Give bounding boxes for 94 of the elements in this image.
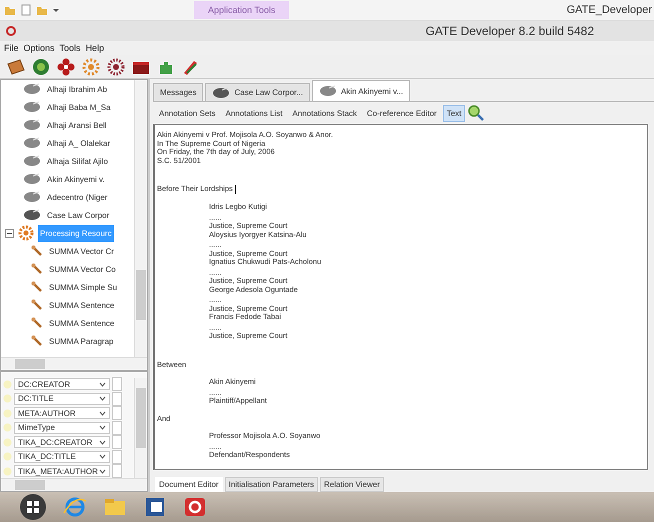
contextual-tab[interactable]: Application Tools	[194, 1, 290, 19]
tree-item[interactable]: Case Law Corpor	[45, 206, 112, 224]
status-dot-icon	[3, 394, 12, 404]
burst-icon[interactable]	[106, 58, 126, 76]
tree-item[interactable]: Alhaja Silifat Ajilo	[45, 152, 110, 170]
value-field[interactable]	[112, 435, 122, 450]
corpus-icon	[212, 86, 230, 98]
tree-item[interactable]: SUMMA Paragrap	[47, 332, 116, 350]
tree-item[interactable]: Akin Akinyemi v.	[45, 170, 107, 188]
feature-dropdown[interactable]: TIKA_DC:TITLE	[14, 450, 110, 463]
search-icon[interactable]	[467, 105, 486, 121]
wrench-icon	[31, 281, 43, 293]
gear-icon[interactable]	[81, 58, 101, 76]
view-tab[interactable]: Annotations Stack	[288, 104, 361, 122]
menu-item[interactable]: File	[4, 43, 19, 53]
tree-item[interactable]: SUMMA Vector Cr	[47, 242, 116, 260]
chevron-down-icon[interactable]	[99, 396, 106, 402]
chevron-down-icon[interactable]	[99, 425, 106, 430]
value-field[interactable]	[112, 464, 122, 478]
wrench-icon	[31, 299, 43, 311]
tree-item[interactable]: SUMMA Sentence	[47, 314, 116, 332]
bag-icon[interactable]	[6, 58, 26, 76]
explorer-title: GATE_Developer	[566, 4, 652, 16]
menu-item[interactable]: Options	[24, 43, 55, 53]
status-dot-icon	[3, 438, 12, 447]
view-tab[interactable]: Annotation Sets	[155, 104, 220, 122]
document-icon	[23, 137, 41, 149]
document-icon	[23, 191, 41, 203]
collapse-icon[interactable]	[5, 228, 14, 238]
globe-icon[interactable]	[31, 58, 51, 76]
chevron-down-icon[interactable]	[99, 440, 106, 445]
value-field[interactable]	[112, 406, 122, 420]
corpus-icon	[23, 209, 41, 221]
tree-item[interactable]: Alhaji Baba M_Sa	[45, 98, 113, 116]
document-tab[interactable]: Akin Akinyemi v...	[312, 80, 410, 101]
horizontal-scrollbar[interactable]	[1, 357, 147, 370]
tree-item[interactable]: SUMMA Sentence	[47, 296, 116, 314]
chevron-down-icon[interactable]	[99, 468, 106, 474]
status-dot-icon	[3, 466, 12, 476]
wrench-icon	[31, 317, 43, 329]
view-tab[interactable]: Annotations List	[221, 104, 286, 122]
tree-item[interactable]: Alhaji Ibrahim Ab	[45, 80, 110, 98]
vertical-scrollbar[interactable]	[134, 80, 147, 358]
document-icon	[318, 85, 337, 97]
value-field[interactable]	[112, 420, 122, 435]
chevron-down-icon[interactable]	[99, 382, 106, 387]
menu-item[interactable]: Help	[86, 43, 104, 53]
wrench-icon	[31, 335, 43, 347]
feature-dropdown[interactable]: DC:CREATOR	[14, 378, 110, 390]
vertical-scrollbar[interactable]	[134, 378, 147, 479]
app-icon	[6, 26, 16, 36]
view-tab[interactable]: Co-reference Editor	[362, 104, 441, 122]
window-title: GATE Developer 8.2 build 5482	[425, 24, 594, 38]
document-icon	[23, 101, 41, 113]
document-icon	[23, 155, 41, 167]
document-tab[interactable]: Case Law Corpor...	[205, 83, 310, 101]
wrench-icon	[31, 245, 43, 257]
document-tab[interactable]: Messages	[153, 83, 204, 101]
view-tab[interactable]: Text	[442, 104, 466, 122]
feature-dropdown[interactable]: TIKA_META:AUTHOR	[14, 465, 110, 478]
wrench-icon	[31, 263, 43, 275]
gear-icon	[18, 225, 34, 241]
dropdown-arrow-icon[interactable]	[52, 6, 60, 14]
horizontal-scrollbar[interactable]	[1, 478, 147, 491]
document-icon	[23, 119, 41, 131]
tree-item[interactable]: SUMMA Simple Su	[47, 278, 120, 296]
document-icon	[23, 173, 41, 185]
gate-icon[interactable]	[182, 495, 208, 519]
status-dot-icon	[3, 408, 12, 418]
editor-tab[interactable]: Initialisation Parameters	[224, 476, 318, 492]
value-field[interactable]	[112, 377, 122, 392]
menu-item[interactable]: Tools	[60, 43, 81, 53]
document-icon	[23, 83, 41, 95]
value-field[interactable]	[112, 392, 122, 406]
chevron-down-icon[interactable]	[99, 410, 106, 416]
chevron-down-icon[interactable]	[99, 454, 106, 460]
document-text-area[interactable]	[153, 124, 648, 470]
tree-item[interactable]: Alhaji A_ Olalekar	[45, 134, 112, 152]
tree-item[interactable]: SUMMA Vector Co	[47, 260, 118, 278]
status-dot-icon	[3, 452, 12, 462]
editor-tab[interactable]: Relation Viewer	[320, 476, 384, 492]
feature-dropdown[interactable]: MimeType	[14, 422, 110, 434]
tree-item[interactable]: Adecentro (Niger	[45, 188, 110, 206]
start-icon[interactable]	[18, 493, 48, 521]
tree-item[interactable]: Alhaji Aransi Bell	[45, 116, 109, 134]
feature-dropdown[interactable]: META:AUTHOR	[14, 407, 110, 420]
value-field[interactable]	[112, 450, 122, 464]
flower-icon[interactable]	[56, 58, 76, 76]
editor-tab[interactable]: Document Editor	[155, 476, 223, 492]
page-icon[interactable]	[20, 4, 32, 16]
status-dot-icon	[3, 380, 12, 389]
status-dot-icon	[3, 423, 12, 432]
feature-dropdown[interactable]: DC:TITLE	[14, 392, 110, 405]
feature-dropdown[interactable]: TIKA_DC:CREATOR	[14, 436, 110, 448]
